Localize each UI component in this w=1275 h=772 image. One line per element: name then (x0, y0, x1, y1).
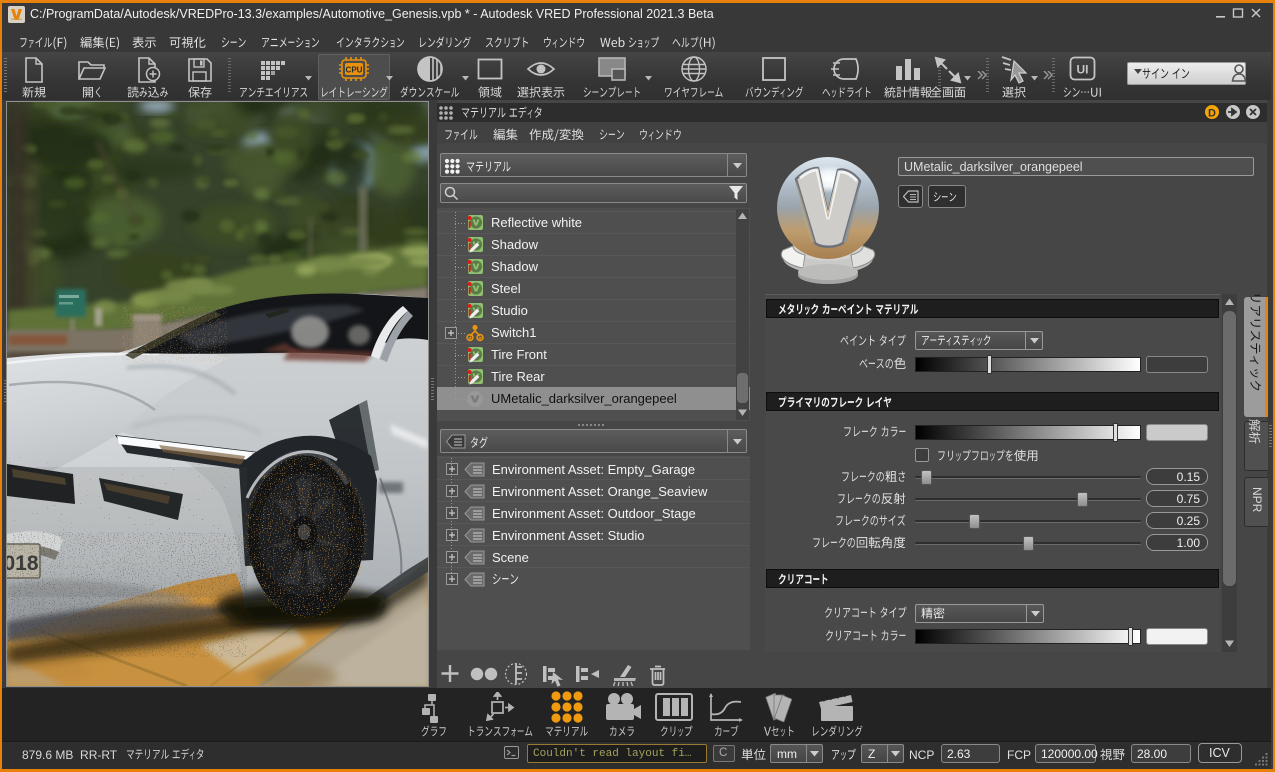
svg-text:UI: UI (1077, 63, 1089, 77)
svg-text:D: D (1208, 108, 1216, 120)
svg-text:CPU: CPU (346, 66, 363, 75)
